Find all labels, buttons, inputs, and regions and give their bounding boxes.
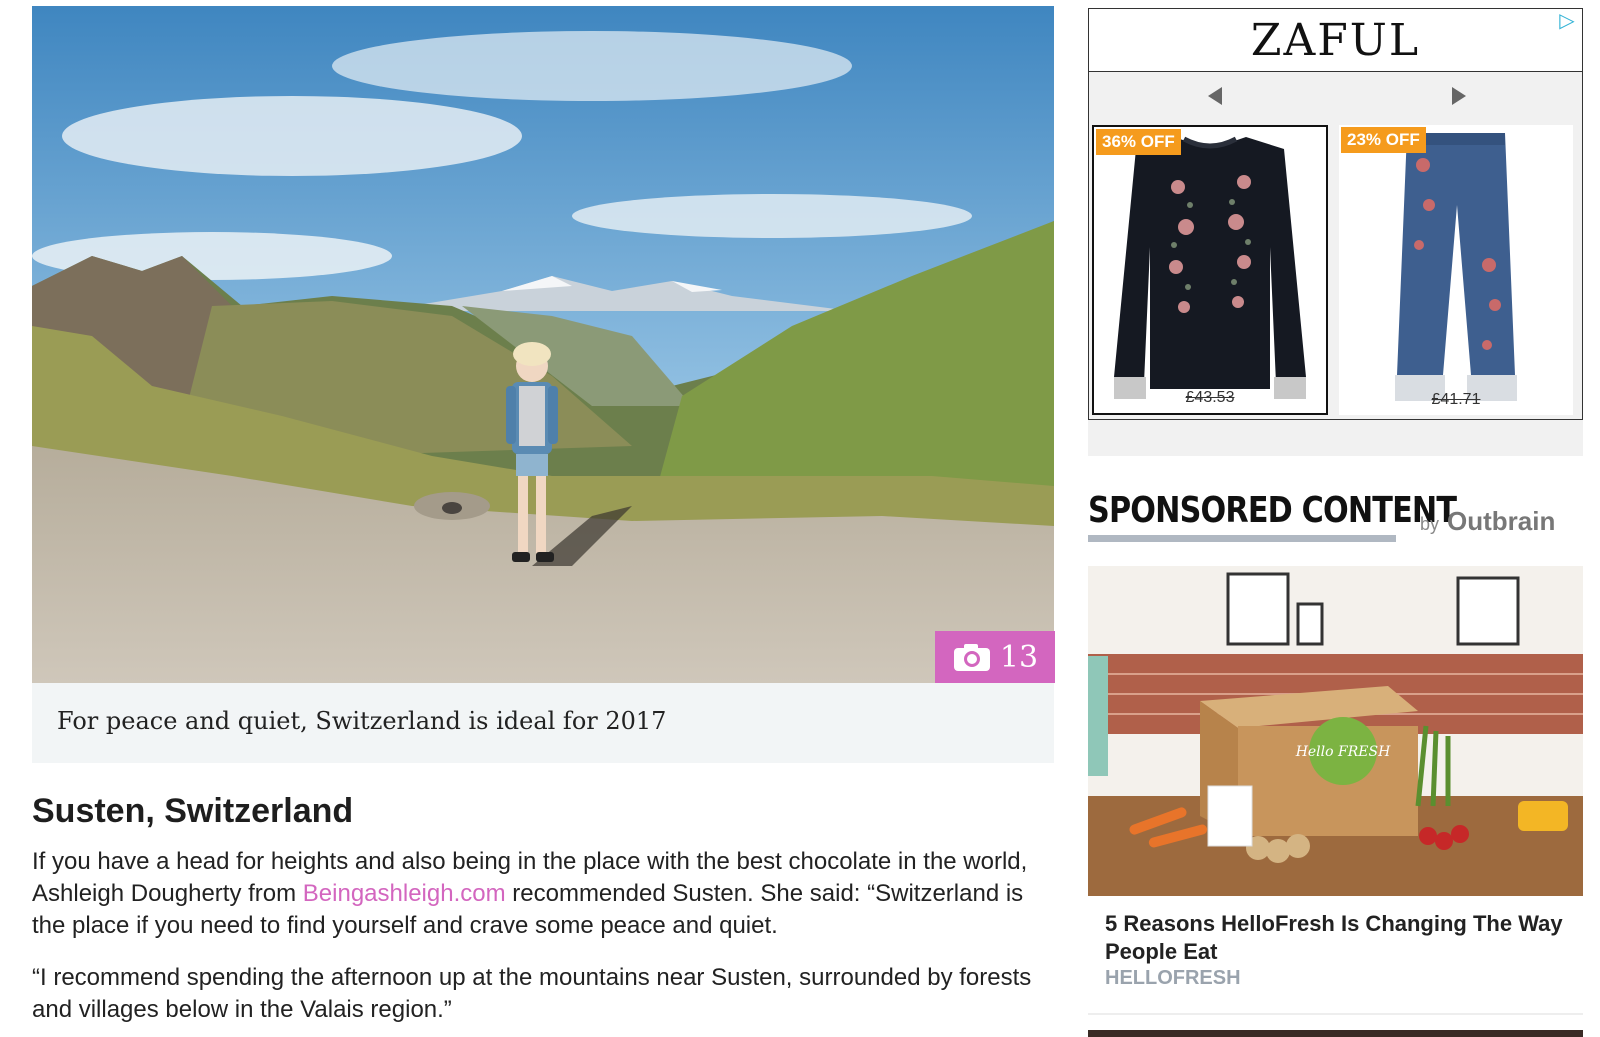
promo-source: HELLOFRESH [1105,967,1241,989]
mountain-landscape-image [32,6,1054,683]
next-promo-thumbnail[interactable] [1088,1030,1583,1037]
sweatshirt-image [1114,136,1306,399]
image-caption: For peace and quiet, Switzerland is idea… [32,683,1054,763]
beingashleigh-link[interactable]: Beingashleigh.com [303,880,506,907]
gallery-count-button[interactable]: 13 [935,631,1055,683]
hellofresh-promo-image[interactable]: Hello FRESH [1088,566,1583,896]
outbrain-logo: Outbrain [1447,506,1556,536]
outbrain-attribution[interactable]: by Outbrain [1420,506,1555,537]
heading-underline [1088,535,1396,542]
discount-badge: 36% OFF [1096,129,1181,155]
jeans-image [1395,133,1517,401]
product-price: £43.53 [1185,389,1235,406]
camera-icon [953,644,990,671]
ad-product-1[interactable]: 36% OFF £43.53 [1092,125,1328,415]
product-price: £41.71 [1431,391,1481,408]
adchoices-icon[interactable]: ▷ [1556,10,1578,32]
hero-photo[interactable] [32,6,1054,683]
divider [1088,1013,1583,1015]
ad-next-arrow-icon[interactable] [1452,87,1466,105]
article-paragraph-1: If you have a head for heights and also … [32,846,1052,942]
article-paragraph-2: “I recommend spending the afternoon up a… [32,964,1032,1023]
discount-badge: 23% OFF [1341,127,1426,153]
ad-logo-bar[interactable]: ZAFUL [1089,9,1582,72]
section-heading: Susten, Switzerland [32,792,354,830]
zaful-logo: ZAFUL [1250,14,1421,66]
hellofresh-box-image: Hello FRESH [1088,566,1583,896]
hellofresh-logo: Hello FRESH [1295,744,1391,760]
zaful-ad[interactable]: ZAFUL 36% OFF £43.53 23% OFF £41.71 ▷ [1088,8,1583,456]
sponsored-content-heading: SPONSORED CONTENT [1088,490,1457,531]
ad-product-2[interactable]: 23% OFF £41.71 [1339,125,1573,415]
gallery-count: 13 [999,639,1039,675]
promo-title[interactable]: 5 Reasons HelloFresh Is Changing The Way… [1105,910,1575,966]
by-label: by [1420,514,1440,534]
caption-text: For peace and quiet, Switzerland is idea… [57,707,667,735]
ad-frame: ZAFUL 36% OFF £43.53 23% OFF £41.71 [1088,8,1583,420]
ad-prev-arrow-icon[interactable] [1208,87,1222,105]
